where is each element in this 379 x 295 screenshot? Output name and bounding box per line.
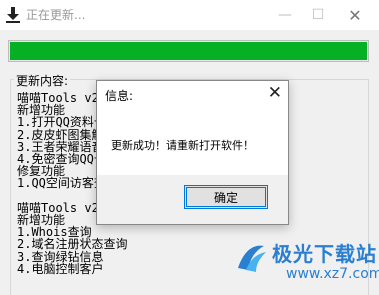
- window-title: 正在更新...: [26, 8, 86, 22]
- dialog-close-button[interactable]: ✕: [268, 83, 282, 103]
- ok-button[interactable]: 确定: [184, 185, 268, 209]
- progress-bar: [8, 40, 369, 62]
- title-bar: 正在更新... — ☐ ✕: [0, 0, 379, 30]
- dialog-message: 更新成功！请重新打开软件！: [111, 139, 254, 152]
- watermark: 极光下载站 www.xz7.com: [234, 238, 379, 288]
- info-dialog: 信息: ✕ 更新成功！请重新打开软件！ 确定: [96, 80, 289, 225]
- minimize-button[interactable]: —: [268, 0, 302, 30]
- aurora-logo-icon: [238, 245, 266, 272]
- progress-fill: [10, 42, 367, 60]
- dialog-title: 信息:: [105, 89, 134, 103]
- download-icon: [6, 7, 20, 23]
- dialog-footer: 确定: [97, 175, 288, 224]
- updater-window: 正在更新... — ☐ ✕ 更新内容: 喵喵Tools v2. 新增功能 1.打…: [0, 0, 379, 295]
- watermark-text: 极光下载站: [272, 242, 377, 266]
- close-button[interactable]: ✕: [338, 0, 372, 30]
- maximize-button[interactable]: ☐: [301, 0, 335, 30]
- update-content-legend: 更新内容:: [14, 72, 71, 89]
- watermark-url: www.xz7.com: [286, 266, 379, 282]
